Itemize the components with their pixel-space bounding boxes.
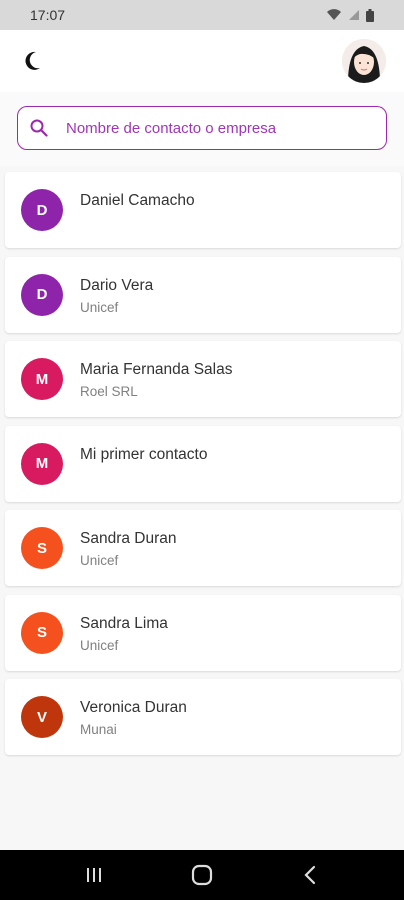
recents-button[interactable]: [70, 855, 118, 895]
contact-name: Dario Vera: [80, 276, 154, 294]
contact-initial-badge: S: [21, 611, 63, 654]
back-icon: [304, 865, 316, 885]
contact-info: Sandra Lima Unicef: [80, 612, 168, 655]
contact-item[interactable]: D Dario Vera Unicef: [5, 256, 401, 333]
contact-initial-badge: D: [21, 189, 63, 231]
search-input[interactable]: [66, 119, 346, 137]
contact-name: Maria Fernanda Salas: [80, 361, 233, 378]
contact-info: Dario Vera Unicef: [80, 274, 153, 317]
battery-icon: [366, 8, 374, 22]
contact-info: Sandra Duran Unicef: [80, 527, 177, 570]
contact-item[interactable]: V Veronica Duran Munai: [5, 679, 401, 755]
contact-name: Sandra Duran: [80, 530, 177, 547]
contact-company: Munai: [80, 722, 117, 737]
contact-info: Veronica Duran Munai: [80, 696, 187, 739]
home-icon: [191, 864, 213, 886]
wifi-icon: [327, 9, 341, 20]
home-button[interactable]: [178, 855, 226, 895]
status-time: 17:07: [30, 7, 66, 23]
avatar-image: [342, 39, 386, 83]
signal-icon: [349, 10, 359, 20]
contact-initial-badge: M: [21, 358, 63, 400]
contact-item[interactable]: M Maria Fernanda Salas Roel SRL: [5, 341, 401, 417]
contact-name: Mi primer contacto: [80, 445, 208, 463]
contact-initial-badge: M: [21, 442, 63, 485]
contact-item[interactable]: M Mi primer contacto: [5, 425, 401, 502]
search-icon: [30, 119, 48, 137]
contact-name: Daniel Camacho: [80, 192, 195, 209]
app-bar: [0, 30, 404, 92]
status-icons: [326, 8, 374, 22]
contact-item[interactable]: S Sandra Duran Unicef: [5, 510, 401, 586]
contact-item[interactable]: S Sandra Lima Unicef: [5, 594, 401, 671]
contact-initial-badge: S: [21, 527, 63, 569]
moon-icon: [25, 51, 40, 70]
contact-initial-badge: V: [21, 696, 63, 738]
search-container: [0, 92, 404, 166]
contact-item[interactable]: D Daniel Camacho: [5, 172, 401, 248]
contact-name: Sandra Lima: [80, 614, 168, 632]
contact-name: Veronica Duran: [80, 699, 187, 716]
system-nav-bar: [0, 850, 404, 900]
contact-info: Maria Fernanda Salas Roel SRL: [80, 358, 233, 401]
contact-company: Unicef: [80, 637, 119, 653]
contact-info: Mi primer contacto: [80, 443, 207, 465]
contact-info: Daniel Camacho: [80, 189, 195, 211]
contact-company: Unicef: [80, 553, 119, 568]
search-box[interactable]: [17, 106, 387, 150]
contact-initial-badge: D: [21, 273, 63, 316]
contact-company: Roel SRL: [80, 384, 138, 399]
contact-list: D Daniel Camacho D Dario Vera Unicef M M…: [5, 172, 401, 764]
status-bar: 17:07: [0, 0, 404, 30]
user-avatar[interactable]: [342, 39, 386, 83]
recents-icon: [87, 868, 101, 882]
theme-toggle-button[interactable]: [18, 46, 48, 76]
back-button[interactable]: [286, 855, 334, 895]
contact-company: Unicef: [80, 299, 119, 315]
